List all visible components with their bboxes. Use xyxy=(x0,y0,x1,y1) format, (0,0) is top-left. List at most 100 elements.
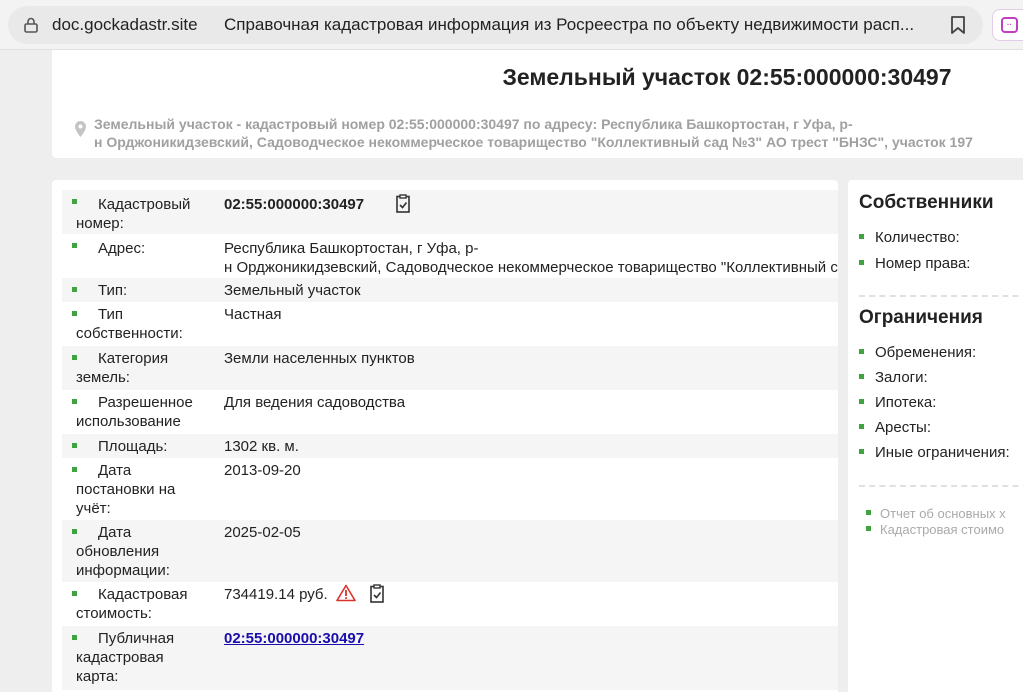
restriction-item: Залоги: xyxy=(859,369,928,386)
divider xyxy=(859,485,1023,487)
label-line: Адрес: xyxy=(98,240,146,257)
label-line: Кадастровая xyxy=(98,586,188,603)
label-line: Кадастровый xyxy=(98,196,191,213)
browser-toolbar: doc.gockadastr.site Справочная кадастров… xyxy=(0,0,1023,50)
lock-icon[interactable] xyxy=(24,17,38,33)
value-line: н Орджоникидзевский, Садоводческое неком… xyxy=(224,259,838,276)
copy-icon[interactable] xyxy=(394,194,411,214)
label-line: Дата xyxy=(98,462,132,479)
bullet-icon xyxy=(866,526,871,532)
ownership-value: Частная xyxy=(224,306,282,323)
divider xyxy=(859,295,1023,297)
label-line: использование xyxy=(76,413,181,430)
bullet-icon xyxy=(859,233,864,239)
label-line: земель: xyxy=(76,369,130,386)
label-line: постановки на xyxy=(76,481,176,498)
chat-extension-icon: ·· xyxy=(1001,17,1018,33)
row-ownership-type: Тип собственности: Частная xyxy=(62,302,838,346)
update-date-value: 2025-02-05 xyxy=(224,524,301,541)
item-label: Отчет об основных х xyxy=(880,506,1006,521)
permitted-use-value: Для ведения садоводства xyxy=(224,394,406,411)
report-link[interactable]: Кадастровая стоимо xyxy=(866,522,1004,537)
bullet-icon xyxy=(859,373,864,379)
label-line: информации: xyxy=(76,562,170,579)
field-label: Тип: xyxy=(76,281,216,300)
location-pin-icon xyxy=(75,121,86,137)
item-label: Обременения: xyxy=(875,344,977,361)
item-label: Ипотека: xyxy=(875,394,937,411)
registration-date-value: 2013-09-20 xyxy=(224,462,301,479)
type-value: Земельный участок xyxy=(224,282,361,299)
field-label: Кадастровый номер: xyxy=(76,195,216,233)
row-cadastral-number: Кадастровый номер: 02:55:000000:30497 xyxy=(62,190,838,234)
bullet-icon xyxy=(859,448,864,454)
url-domain[interactable]: doc.gockadastr.site xyxy=(52,15,198,35)
header-card: Земельный участок 02:55:000000:30497 Зем… xyxy=(52,50,1023,158)
label-line: Публичная xyxy=(98,630,175,647)
label-line: номер: xyxy=(76,215,124,232)
field-label: Дата обновления информации: xyxy=(76,523,216,580)
field-label: Разрешенное использование xyxy=(76,393,216,431)
bullet-icon xyxy=(859,423,864,429)
item-label: Номер права: xyxy=(875,255,971,272)
row-public-map: Публичная кадастровая карта: 02:55:00000… xyxy=(62,626,838,690)
item-label: Залоги: xyxy=(875,369,928,386)
warning-icon[interactable] xyxy=(336,584,356,602)
item-label: Количество: xyxy=(875,229,960,246)
row-type: Тип: Земельный участок xyxy=(62,278,838,302)
row-registration-date: Дата постановки на учёт: 2013-09-20 xyxy=(62,458,838,520)
row-cadastral-cost: Кадастровая стоимость: 734419.14 руб. xyxy=(62,582,838,626)
page-tab-title[interactable]: Справочная кадастровая информация из Рос… xyxy=(224,15,939,35)
area-value: 1302 кв. м. xyxy=(224,438,299,455)
label-line: собственности: xyxy=(76,325,183,342)
public-map-link[interactable]: 02:55:000000:30497 xyxy=(224,629,364,648)
label-line: кадастровая xyxy=(76,649,164,666)
copy-icon[interactable] xyxy=(368,584,385,604)
page-title: Земельный участок 02:55:000000:30497 xyxy=(502,64,952,90)
field-label: Площадь: xyxy=(76,437,216,456)
label-line: Разрешенное xyxy=(98,394,193,411)
row-area: Площадь: 1302 кв. м. xyxy=(62,434,838,458)
extension-button[interactable]: ·· xyxy=(992,9,1023,41)
row-address: Адрес: Республика Башкортостан, г Уфа, р… xyxy=(62,234,838,278)
field-label: Категория земель: xyxy=(76,349,216,387)
bullet-icon xyxy=(859,398,864,404)
value-line: Республика Башкортостан, г Уфа, р- xyxy=(224,240,479,257)
row-update-date: Дата обновления информации: 2025-02-05 xyxy=(62,520,838,582)
bookmark-icon[interactable] xyxy=(950,16,966,34)
label-line: Дата xyxy=(98,524,132,541)
cadastral-cost-value: 734419.14 руб. xyxy=(224,586,328,603)
row-permitted-use: Разрешенное использование Для ведения са… xyxy=(62,390,838,434)
land-category-value: Земли населенных пунктов xyxy=(224,350,415,367)
report-link[interactable]: Отчет об основных х xyxy=(866,506,1006,521)
restriction-item: Ипотека: xyxy=(859,394,936,411)
field-label: Кадастровая стоимость: xyxy=(76,585,216,623)
restriction-item: Обременения: xyxy=(859,344,976,361)
label-line: Площадь: xyxy=(98,438,168,455)
owners-restrictions-panel: Собственники Количество: Номер права: Ог… xyxy=(848,180,1023,692)
label-line: учёт: xyxy=(76,500,111,517)
restrictions-heading: Ограничения xyxy=(859,307,983,328)
field-label: Адрес: xyxy=(76,239,216,258)
address-description: Земельный участок - кадастровый номер 02… xyxy=(94,115,973,151)
cadastral-number-value: 02:55:000000:30497 xyxy=(224,196,365,213)
bullet-icon xyxy=(859,348,864,354)
item-label: Аресты: xyxy=(875,419,932,436)
field-label: Дата постановки на учёт: xyxy=(76,461,216,518)
restriction-item: Аресты: xyxy=(859,419,931,436)
property-details-card: Кадастровый номер: 02:55:000000:30497 Ад… xyxy=(52,180,838,692)
owners-heading: Собственники xyxy=(859,192,994,213)
field-label: Публичная кадастровая карта: xyxy=(76,629,216,686)
row-land-category: Категория земель: Земли населенных пункт… xyxy=(62,346,838,390)
bullet-icon xyxy=(859,259,864,265)
label-line: обновления xyxy=(76,543,160,560)
label-line: карта: xyxy=(76,668,119,685)
item-label: Иные ограничения: xyxy=(875,444,1010,461)
item-label: Кадастровая стоимо xyxy=(880,522,1005,537)
label-line: Категория xyxy=(98,350,169,367)
label-line: стоимость: xyxy=(76,605,152,622)
bullet-icon xyxy=(866,510,871,516)
address-description-line: Земельный участок - кадастровый номер 02… xyxy=(94,116,853,132)
owners-count-item: Количество: xyxy=(859,229,960,246)
address-description-line: н Орджоникидзевский, Садоводческое неком… xyxy=(94,134,973,150)
